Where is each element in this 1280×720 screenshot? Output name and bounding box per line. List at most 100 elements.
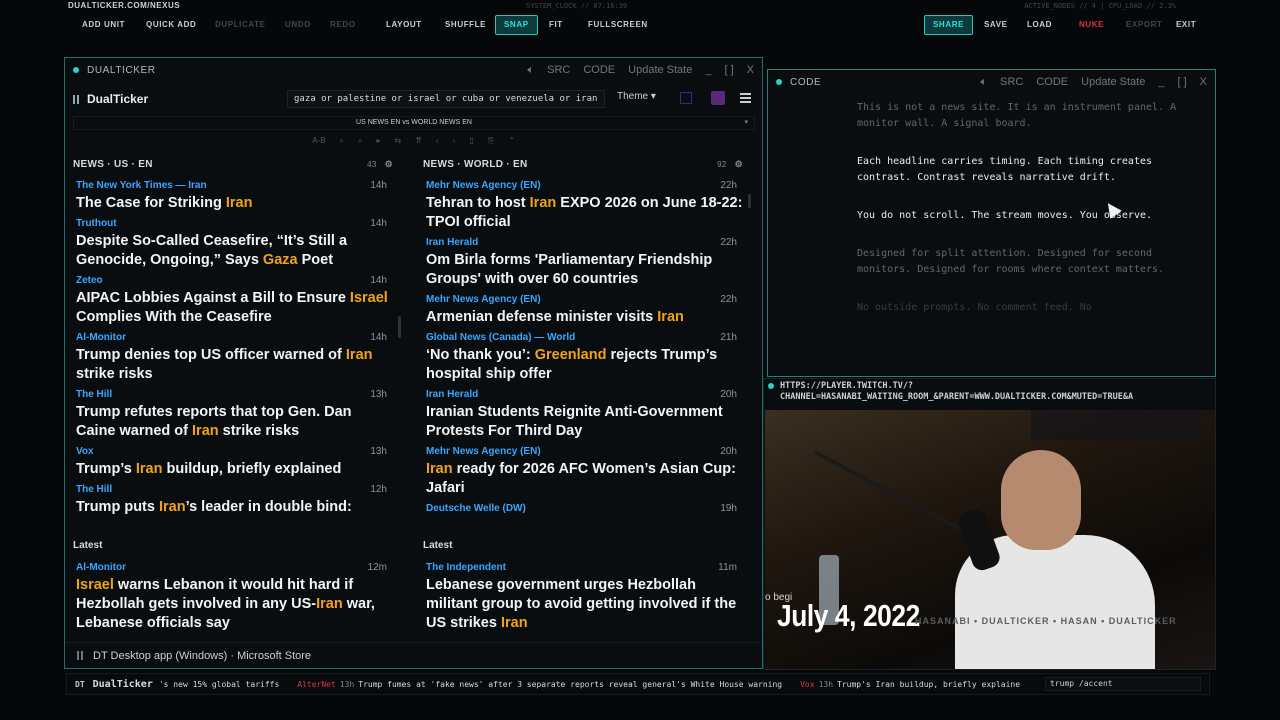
app-header: DualTicker gaza or palestine or israel o… (65, 88, 762, 110)
grid-view-icon[interactable] (711, 91, 725, 105)
minimize-button[interactable]: _ (1158, 76, 1164, 88)
minimize-button[interactable]: _ (705, 64, 711, 76)
layout-toggle-icon[interactable] (680, 92, 692, 104)
snap-button[interactable]: SNAP (495, 15, 538, 35)
code-button[interactable]: CODE (583, 64, 615, 76)
list-item[interactable]: Iran Herald 22h Om Birla forms 'Parliament… (415, 235, 753, 289)
list-item[interactable]: Deutsche Welle (DW) 19h (415, 501, 753, 517)
list-item[interactable]: Zeteo 14h AIPAC Lobbies Against a Bill to … (65, 273, 403, 327)
layout-button[interactable]: LAYOUT (378, 15, 430, 35)
ticker-item[interactable]: Vox 13h Trump's Iran buildup, briefly expl… (800, 680, 1020, 689)
copy-icon[interactable]: ⎘ (488, 136, 494, 150)
split-icon[interactable]: ▯ (469, 136, 473, 150)
load-button[interactable]: LOAD (1019, 15, 1060, 35)
list-item[interactable]: Mehr News Agency (EN) 22h Tehran to host I… (415, 178, 753, 232)
export-button[interactable]: EXPORT (1118, 15, 1171, 35)
zoom-out-icon[interactable]: ⌕ (340, 136, 344, 150)
collapse-icon[interactable]: ⌃ (508, 136, 515, 150)
maximize-button[interactable]: [ ] (1177, 76, 1186, 88)
ticker-filter-input[interactable]: trump /accent (1045, 677, 1201, 691)
close-button[interactable]: X (747, 64, 754, 76)
src-button[interactable]: SRC (1000, 76, 1023, 88)
list-item[interactable]: Truthout 14h Despite So-Called Ceasefire, … (65, 216, 403, 270)
list-item[interactable]: The Hill 12h Trump puts Iran’s leader in d… (65, 482, 403, 517)
news-age: 13h (370, 446, 387, 457)
column-count: 92 (717, 159, 727, 169)
logo-strip: HASANABI • DUALTICKER • HASAN • DUALTICK… (915, 616, 1177, 626)
list-item[interactable]: Vox 13h Trump’s Iran buildup, briefly expl… (65, 444, 403, 479)
search-input[interactable]: gaza or palestine or israel or cuba or v… (287, 90, 605, 108)
news-source: Iran Herald (426, 237, 479, 248)
panel-header[interactable]: CODE 🔈︎ SRC CODE Update State _ [ ] X (768, 70, 1215, 94)
scroll-top-icon[interactable]: ⇈ (415, 136, 422, 150)
play-icon[interactable]: ▸ (377, 136, 381, 150)
ticker-item[interactable]: AlterNet 13h Trump fumes at 'fake news' af… (297, 680, 782, 689)
duplicate-button[interactable]: DUPLICATE (207, 15, 274, 35)
ab-toggle-button[interactable]: A-B (312, 136, 325, 150)
update-state-button[interactable]: Update State (1081, 76, 1145, 88)
nuke-button[interactable]: NUKE (1071, 15, 1112, 35)
panel-title: DUALTICKER (87, 64, 156, 76)
list-item[interactable]: Iran Herald 20h Iranian Students Reignite … (415, 387, 753, 441)
swap-icon[interactable]: ⇆ (395, 136, 402, 150)
speaker-icon[interactable]: 🔈︎ (981, 76, 988, 89)
close-button[interactable]: X (1200, 76, 1207, 88)
video-player[interactable]: o begi July 4, 2022 HASANABI • DUALTICKE… (765, 410, 1215, 669)
news-age: 22h (720, 237, 737, 248)
add-unit-button[interactable]: ADD UNIT (74, 15, 133, 35)
quick-add-button[interactable]: QUICK ADD (138, 15, 204, 35)
news-headline: AIPAC Lobbies Against a Bill to Ensure I… (76, 290, 388, 325)
save-button[interactable]: SAVE (976, 15, 1016, 35)
speaker-icon[interactable]: 🔈︎ (528, 64, 535, 77)
app-name: DualTicker (87, 92, 149, 106)
scrollbar[interactable] (748, 194, 751, 208)
news-source: The Hill (76, 484, 113, 495)
store-link[interactable]: DT Desktop app (Windows) · Microsoft Sto… (93, 650, 311, 662)
list-item[interactable]: Mehr News Agency (EN) 22h Armenian defense… (415, 292, 753, 327)
source-select[interactable]: US NEWS EN vs WORLD NEWS EN ▾ (73, 116, 755, 130)
news-source: The Independent (426, 562, 506, 573)
list-item[interactable]: Al-Monitor 14h Trump denies top US officer… (65, 330, 403, 384)
theme-dropdown[interactable]: Theme ▾ (617, 91, 656, 102)
news-headline: Iranian Students Reignite Anti-Governmen… (426, 404, 723, 439)
maximize-button[interactable]: [ ] (724, 64, 733, 76)
zoom-in-icon[interactable]: ⌕ (358, 136, 362, 150)
src-button[interactable]: SRC (547, 64, 570, 76)
news-source: Truthout (76, 218, 117, 229)
panel-header[interactable]: DUALTICKER 🔈︎ SRC CODE Update State _ [ … (65, 58, 762, 82)
news-headline: Om Birla forms 'Parliamentary Friendship… (426, 252, 713, 287)
news-headline: Trump’s Iran buildup, briefly explained (76, 461, 342, 477)
hamburger-menu-icon[interactable] (740, 93, 751, 103)
gear-icon[interactable]: ⚙ (735, 159, 743, 170)
redo-button[interactable]: REDO (322, 15, 364, 35)
update-state-button[interactable]: Update State (628, 64, 692, 76)
fullscreen-button[interactable]: FULLSCREEN (580, 15, 656, 35)
exit-button[interactable]: EXIT (1168, 15, 1204, 35)
latest-us: Latest Al-Monitor 12m Israel warns Leban… (65, 538, 403, 638)
undo-button[interactable]: UNDO (277, 15, 319, 35)
list-item[interactable]: The Hill 13h Trump refutes reports that to… (65, 387, 403, 441)
list-item[interactable]: Global News (Canada) — World 21h ‘No thank… (415, 330, 753, 384)
share-button[interactable]: SHARE (924, 15, 974, 35)
store-footer[interactable]: DT Desktop app (Windows) · Microsoft Sto… (65, 642, 762, 668)
news-age: 19h (720, 503, 737, 514)
list-item[interactable]: The Independent 11m Lebanese government … (415, 560, 753, 633)
ticker-item[interactable]: 's new 15% global tariffs (159, 680, 279, 689)
list-item[interactable]: Mehr News Agency (EN) 20h Iran ready for 2… (415, 444, 753, 498)
news-source: Mehr News Agency (EN) (426, 180, 541, 191)
list-item[interactable]: Al-Monitor 12m Israel warns Lebanon it w… (65, 560, 403, 633)
code-button[interactable]: CODE (1036, 76, 1068, 88)
news-source: Zeteo (76, 275, 103, 286)
prev-icon[interactable]: ‹ (436, 136, 439, 150)
column-header: NEWS · WORLD · EN 92 ⚙ (415, 156, 753, 172)
top-toolbar: DUALTICKER.COM/NEXUS SYSTEM_CLOCK // 07:… (64, 0, 1216, 44)
news-age: 14h (370, 332, 387, 343)
latest-world: Latest The Independent 11m Lebanese gove… (415, 538, 753, 638)
news-source: Iran Herald (426, 389, 479, 400)
fit-button[interactable]: FIT (541, 15, 571, 35)
gear-icon[interactable]: ⚙ (385, 159, 393, 170)
list-item[interactable]: The New York Times — Iran 14h The Case for… (65, 178, 403, 213)
shuffle-button[interactable]: SHUFFLE (437, 15, 494, 35)
scrollbar[interactable] (398, 316, 401, 338)
next-icon[interactable]: › (453, 136, 456, 150)
